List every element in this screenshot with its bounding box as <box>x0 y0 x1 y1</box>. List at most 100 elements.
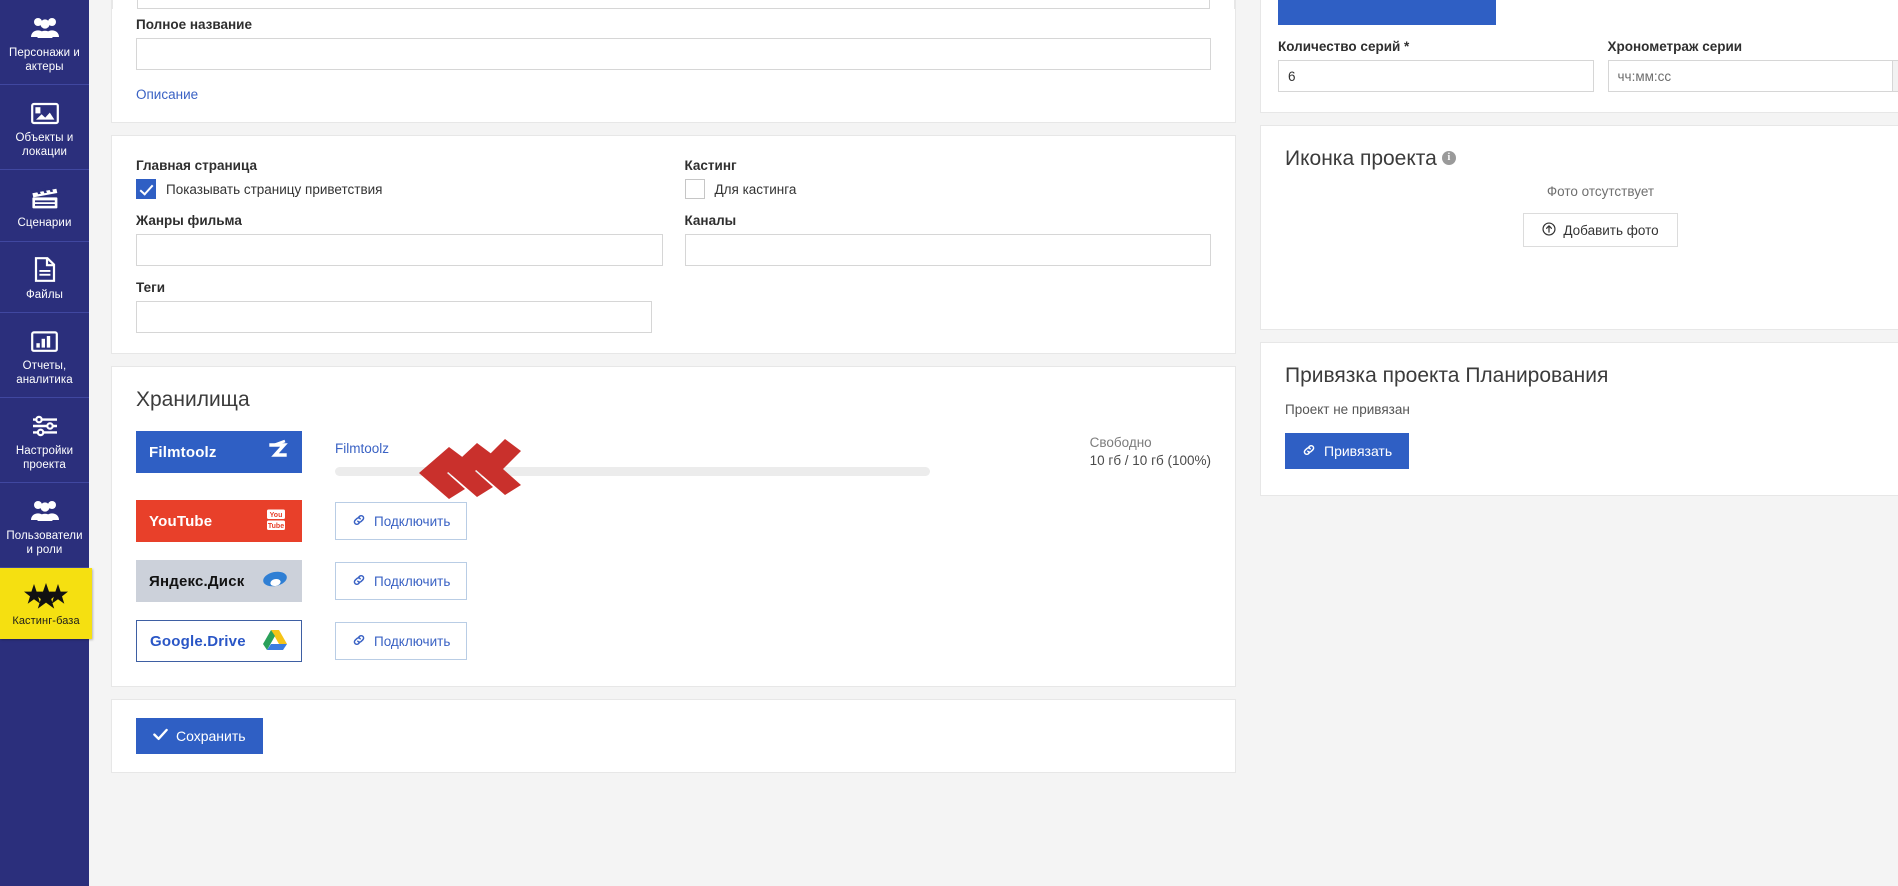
filmtoolz-logo-text: Filmtoolz <box>149 443 217 461</box>
description-link[interactable]: Описание <box>136 87 198 102</box>
youtube-connect-button[interactable]: Подключить <box>335 502 468 540</box>
connect-label: Подключить <box>374 633 451 649</box>
episode-duration-label: Хронометраж серии <box>1607 39 1743 54</box>
project-icon-card: Иконка проекта i Фото отсутствует Добавит… <box>1260 125 1898 330</box>
episode-count-input[interactable] <box>1278 60 1594 92</box>
tags-input[interactable] <box>136 301 652 333</box>
add-photo-button[interactable]: Добавить фото <box>1523 213 1678 247</box>
episode-count-label: Количество серий <box>1278 39 1594 54</box>
filmtoolz-progress-bar <box>335 467 930 476</box>
title-card: Полное название Описание <box>111 0 1236 123</box>
home-page-group: Главная страница Показывать страницу при… <box>136 158 663 266</box>
project-icon-title-text: Иконка проекта <box>1285 147 1437 170</box>
blue-tab-wrap <box>1260 0 1898 25</box>
sidebar-item-reports[interactable]: Отчеты, аналитика <box>0 313 89 398</box>
image-icon <box>4 97 85 127</box>
storages-card: Хранилища Filmtoolz Filmtoolz Свободно 1… <box>111 366 1236 687</box>
link-icon <box>352 513 366 530</box>
episode-duration-group: Хронометраж серии <box>1607 39 1898 92</box>
main-sidebar: Персонажи и актеры Объекты и локации Сце… <box>0 0 92 886</box>
show-welcome-row[interactable]: Показывать страницу приветствия <box>136 179 663 199</box>
episode-fields: Количество серий Хронометраж серии <box>1260 25 1898 113</box>
gdrive-logo-text: Google.Drive <box>150 632 246 650</box>
for-casting-checkbox[interactable] <box>684 179 705 199</box>
storage-row-youtube: YouTube You Tube Подключить <box>136 500 1211 542</box>
quota-value: 10 гб / 10 гб (100%) <box>1089 453 1211 468</box>
youtube-logo-button[interactable]: YouTube You Tube <box>136 500 302 542</box>
clipped-field-wrap <box>112 0 1235 9</box>
bind-label: Привязать <box>1324 443 1393 459</box>
for-casting-row[interactable]: Для кастинга <box>684 179 1212 199</box>
full-title-input[interactable] <box>136 38 1211 70</box>
save-label: Сохранить <box>176 728 246 744</box>
gdrive-logo-button[interactable]: Google.Drive <box>136 620 302 662</box>
users-icon <box>4 495 85 525</box>
settings-card: Главная страница Показывать страницу при… <box>111 135 1236 354</box>
connect-label: Подключить <box>374 573 451 589</box>
genres-input[interactable] <box>136 234 663 266</box>
storage-row-yandex: Яндекс.Диск Подключить <box>136 560 1211 602</box>
connect-label: Подключить <box>374 513 451 529</box>
filmtoolz-mark-icon <box>267 438 289 467</box>
sliders-icon <box>4 410 85 440</box>
episodes-card: Количество серий Хронометраж серии <box>1260 0 1898 113</box>
sidebar-item-label: Персонажи и актеры <box>9 47 80 73</box>
google-drive-icon <box>262 628 288 655</box>
casting-group: Кастинг Для кастинга Каналы <box>684 158 1212 266</box>
gdrive-connect-button[interactable]: Подключить <box>335 622 468 660</box>
left-column: Полное название Описание Главная страниц… <box>89 0 1236 773</box>
info-icon[interactable]: i <box>1441 151 1456 165</box>
storage-row-gdrive: Google.Drive Подключить <box>136 620 1211 662</box>
filmtoolz-name: Filmtoolz <box>335 441 390 456</box>
genres-label: Жанры фильма <box>136 213 242 228</box>
bind-project-button[interactable]: Привязать <box>1285 433 1410 469</box>
sidebar-item-files[interactable]: Файлы <box>0 242 89 313</box>
sidebar-item-label: Файлы <box>25 288 64 301</box>
no-photo-text: Фото отсутствует <box>1546 184 1655 199</box>
filmtoolz-quota: Свободно 10 гб / 10 гб (100%) <box>1090 431 1211 468</box>
sidebar-item-scenarios[interactable]: Сценарии <box>0 170 89 242</box>
youtube-play-icon: You Tube <box>263 507 289 536</box>
tags-label: Теги <box>136 280 166 295</box>
planning-title: Привязка проекта Планирования <box>1285 364 1609 387</box>
sidebar-item-label: Пользователи и роли <box>6 530 83 556</box>
storages-title: Хранилища <box>136 388 250 411</box>
channels-input[interactable] <box>684 234 1211 266</box>
svg-text:Tube: Tube <box>268 523 284 530</box>
series-type-tab[interactable] <box>1278 0 1496 25</box>
sidebar-item-characters[interactable]: Персонажи и актеры <box>0 0 89 85</box>
channels-label: Каналы <box>684 213 737 228</box>
filmtoolz-logo-button[interactable]: Filmtoolz <box>136 431 302 473</box>
for-casting-label: Для кастинга <box>714 181 797 197</box>
sidebar-item-users-roles[interactable]: Пользователи и роли <box>0 483 89 568</box>
link-icon <box>352 573 366 590</box>
yandex-logo-button[interactable]: Яндекс.Диск <box>136 560 302 602</box>
link-icon <box>1302 443 1316 460</box>
sidebar-item-label: Кастинг-база <box>12 615 80 627</box>
yandex-logo-text: Яндекс.Диск <box>149 572 245 590</box>
content-area: Полное название Описание Главная страниц… <box>89 0 1898 886</box>
full-title-label: Полное название <box>136 17 252 32</box>
yandex-disk-icon <box>261 569 289 594</box>
right-column: Количество серий Хронометраж серии <box>1236 0 1898 508</box>
planning-card: Привязка проекта Планирования Проект не … <box>1260 342 1898 496</box>
clock-icon[interactable] <box>1892 60 1898 92</box>
casting-label: Кастинг <box>684 158 737 173</box>
quota-label: Свободно <box>1089 435 1152 450</box>
episode-duration-input[interactable] <box>1607 60 1893 92</box>
show-welcome-checkbox[interactable] <box>136 179 156 199</box>
column-gap <box>663 158 685 266</box>
check-icon <box>153 728 168 744</box>
short-title-input[interactable] <box>137 0 1210 9</box>
episode-count-group: Количество серий <box>1278 39 1594 92</box>
clapperboard-icon <box>4 182 85 212</box>
sidebar-item-casting-base[interactable]: Кастинг-база <box>0 568 92 639</box>
save-button[interactable]: Сохранить <box>136 718 263 754</box>
sidebar-item-project-settings[interactable]: Настройки проекта <box>0 398 89 483</box>
add-photo-label: Добавить фото <box>1563 222 1659 238</box>
sidebar-item-objects[interactable]: Объекты и локации <box>0 85 89 170</box>
storage-row-filmtoolz: Filmtoolz Filmtoolz Свободно 10 гб / 10 … <box>136 431 1211 476</box>
yandex-connect-button[interactable]: Подключить <box>335 562 468 600</box>
save-bar: Сохранить <box>111 699 1236 773</box>
app-root: Персонажи и актеры Объекты и локации Сце… <box>0 0 1898 886</box>
